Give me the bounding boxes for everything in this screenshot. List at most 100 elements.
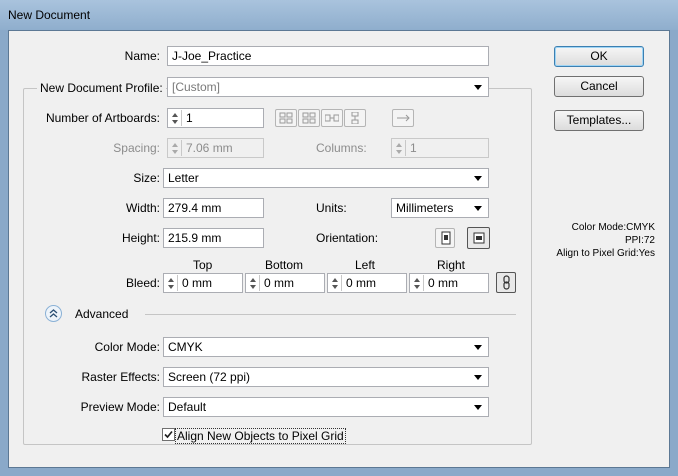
advanced-label: Advanced	[75, 307, 129, 321]
artboards-stepper[interactable]: 1	[167, 108, 264, 128]
stepper-buttons[interactable]	[411, 275, 424, 291]
width-input[interactable]: 279.4 mm	[163, 198, 264, 218]
units-label: Units:	[316, 201, 347, 215]
chevron-down-icon	[474, 345, 482, 350]
profile-select[interactable]: [Custom]	[167, 77, 489, 97]
checkmark-icon	[164, 430, 173, 439]
chevron-down-icon	[332, 285, 338, 289]
stepper-buttons[interactable]	[329, 275, 342, 291]
chevron-down-icon	[396, 150, 402, 154]
chevron-down-icon	[250, 285, 256, 289]
color-mode-select[interactable]: CMYK	[163, 337, 489, 357]
spacing-value: 7.06 mm	[186, 141, 233, 155]
advanced-toggle[interactable]	[45, 305, 62, 322]
stepper-buttons[interactable]	[247, 275, 260, 291]
info-ppi: PPI:72	[624, 235, 655, 246]
landscape-button[interactable]	[467, 227, 490, 249]
pixel-grid-label[interactable]: Align New Objects to Pixel Grid	[175, 428, 346, 444]
chevron-up-icon	[396, 143, 402, 147]
stepper-buttons[interactable]	[169, 140, 182, 156]
color-mode-label: Color Mode:	[94, 340, 160, 354]
ok-button[interactable]: OK	[554, 46, 644, 67]
bleed-top-value: 0 mm	[182, 276, 212, 290]
pixel-grid-checkbox[interactable]	[162, 428, 175, 441]
raster-effects-select[interactable]: Screen (72 ppi)	[163, 367, 489, 387]
chevron-down-icon	[474, 85, 482, 90]
size-select[interactable]: Letter	[163, 168, 489, 188]
bleed-label: Bleed:	[125, 276, 160, 290]
artboards-label: Number of Artboards:	[45, 111, 160, 125]
title-bar[interactable]: New Document	[0, 0, 678, 30]
preview-mode-select[interactable]: Default	[163, 397, 489, 417]
height-input[interactable]: 215.9 mm	[163, 228, 264, 248]
stepper-buttons[interactable]	[169, 110, 182, 126]
chevron-down-icon	[168, 285, 174, 289]
portrait-button[interactable]	[435, 228, 455, 248]
chevron-up-icon	[49, 309, 58, 318]
bleed-top-stepper[interactable]: 0 mm	[163, 273, 243, 293]
bleed-bottom-label: Bottom	[265, 258, 304, 272]
orientation-label: Orientation:	[316, 231, 379, 245]
chevron-down-icon	[474, 206, 482, 211]
link-icon	[503, 275, 510, 290]
portrait-icon	[441, 231, 451, 245]
arrange-by-row-button[interactable]	[321, 109, 343, 127]
dialog-body: Name: J-Joe_Practice New Document Profil…	[8, 30, 670, 468]
bleed-left-stepper[interactable]: 0 mm	[327, 273, 407, 293]
size-value: Letter	[168, 171, 199, 185]
bleed-left-label: Left	[355, 258, 376, 272]
bleed-right-label: Right	[437, 258, 466, 272]
raster-effects-value: Screen (72 ppi)	[168, 370, 251, 384]
chevron-down-icon	[474, 176, 482, 181]
chevron-up-icon	[250, 278, 256, 282]
chevron-down-icon	[172, 150, 178, 154]
columns-value: 1	[410, 141, 417, 155]
chevron-up-icon	[168, 278, 174, 282]
artboards-value: 1	[186, 111, 193, 125]
right-to-left-button[interactable]	[392, 109, 414, 127]
grid-by-row-button[interactable]	[275, 109, 297, 127]
window-title: New Document	[8, 8, 91, 22]
stepper-buttons[interactable]	[393, 140, 406, 156]
right-to-left-icon	[397, 114, 410, 122]
name-label: Name:	[124, 49, 160, 63]
chevron-up-icon	[172, 143, 178, 147]
bleed-right-value: 0 mm	[428, 276, 458, 290]
grid-by-column-button[interactable]	[298, 109, 320, 127]
cancel-button[interactable]: Cancel	[554, 76, 644, 97]
chevron-down-icon	[414, 285, 420, 289]
width-label: Width:	[125, 201, 160, 215]
preview-mode-value: Default	[168, 400, 207, 414]
height-label: Height:	[121, 231, 160, 245]
preview-mode-label: Preview Mode:	[80, 400, 160, 414]
document-info: Color Mode:CMYK PPI:72 Align to Pixel Gr…	[509, 221, 655, 260]
advanced-divider	[145, 314, 516, 315]
bleed-right-stepper[interactable]: 0 mm	[409, 273, 489, 293]
spacing-stepper[interactable]: 7.06 mm	[167, 138, 264, 158]
grid-by-column-icon	[302, 112, 316, 124]
bleed-bottom-stepper[interactable]: 0 mm	[245, 273, 325, 293]
grid-by-row-icon	[279, 112, 293, 124]
chevron-up-icon	[172, 113, 178, 117]
dialog-window: New Document Name: J-Joe_Practice New Do…	[0, 0, 678, 476]
templates-button[interactable]: Templates...	[554, 110, 644, 131]
bleed-left-value: 0 mm	[346, 276, 376, 290]
raster-effects-label: Raster Effects:	[81, 370, 160, 384]
spacing-label: Spacing:	[113, 141, 160, 155]
arrange-by-column-button[interactable]	[344, 109, 366, 127]
columns-stepper[interactable]: 1	[391, 138, 489, 158]
bleed-bottom-value: 0 mm	[264, 276, 294, 290]
units-select[interactable]: Millimeters	[391, 198, 489, 218]
profile-value: [Custom]	[172, 80, 221, 94]
info-pixel-grid: Align to Pixel Grid:Yes	[556, 248, 655, 259]
name-input[interactable]: J-Joe_Practice	[167, 46, 489, 66]
link-bleed-button[interactable]	[496, 272, 516, 293]
size-label: Size:	[133, 171, 160, 185]
chevron-down-icon	[474, 405, 482, 410]
columns-label: Columns:	[316, 141, 367, 155]
units-value: Millimeters	[396, 201, 454, 215]
chevron-down-icon	[172, 120, 178, 124]
stepper-buttons[interactable]	[165, 275, 178, 291]
info-color-mode: Color Mode:CMYK	[571, 222, 655, 233]
chevron-down-icon	[474, 375, 482, 380]
